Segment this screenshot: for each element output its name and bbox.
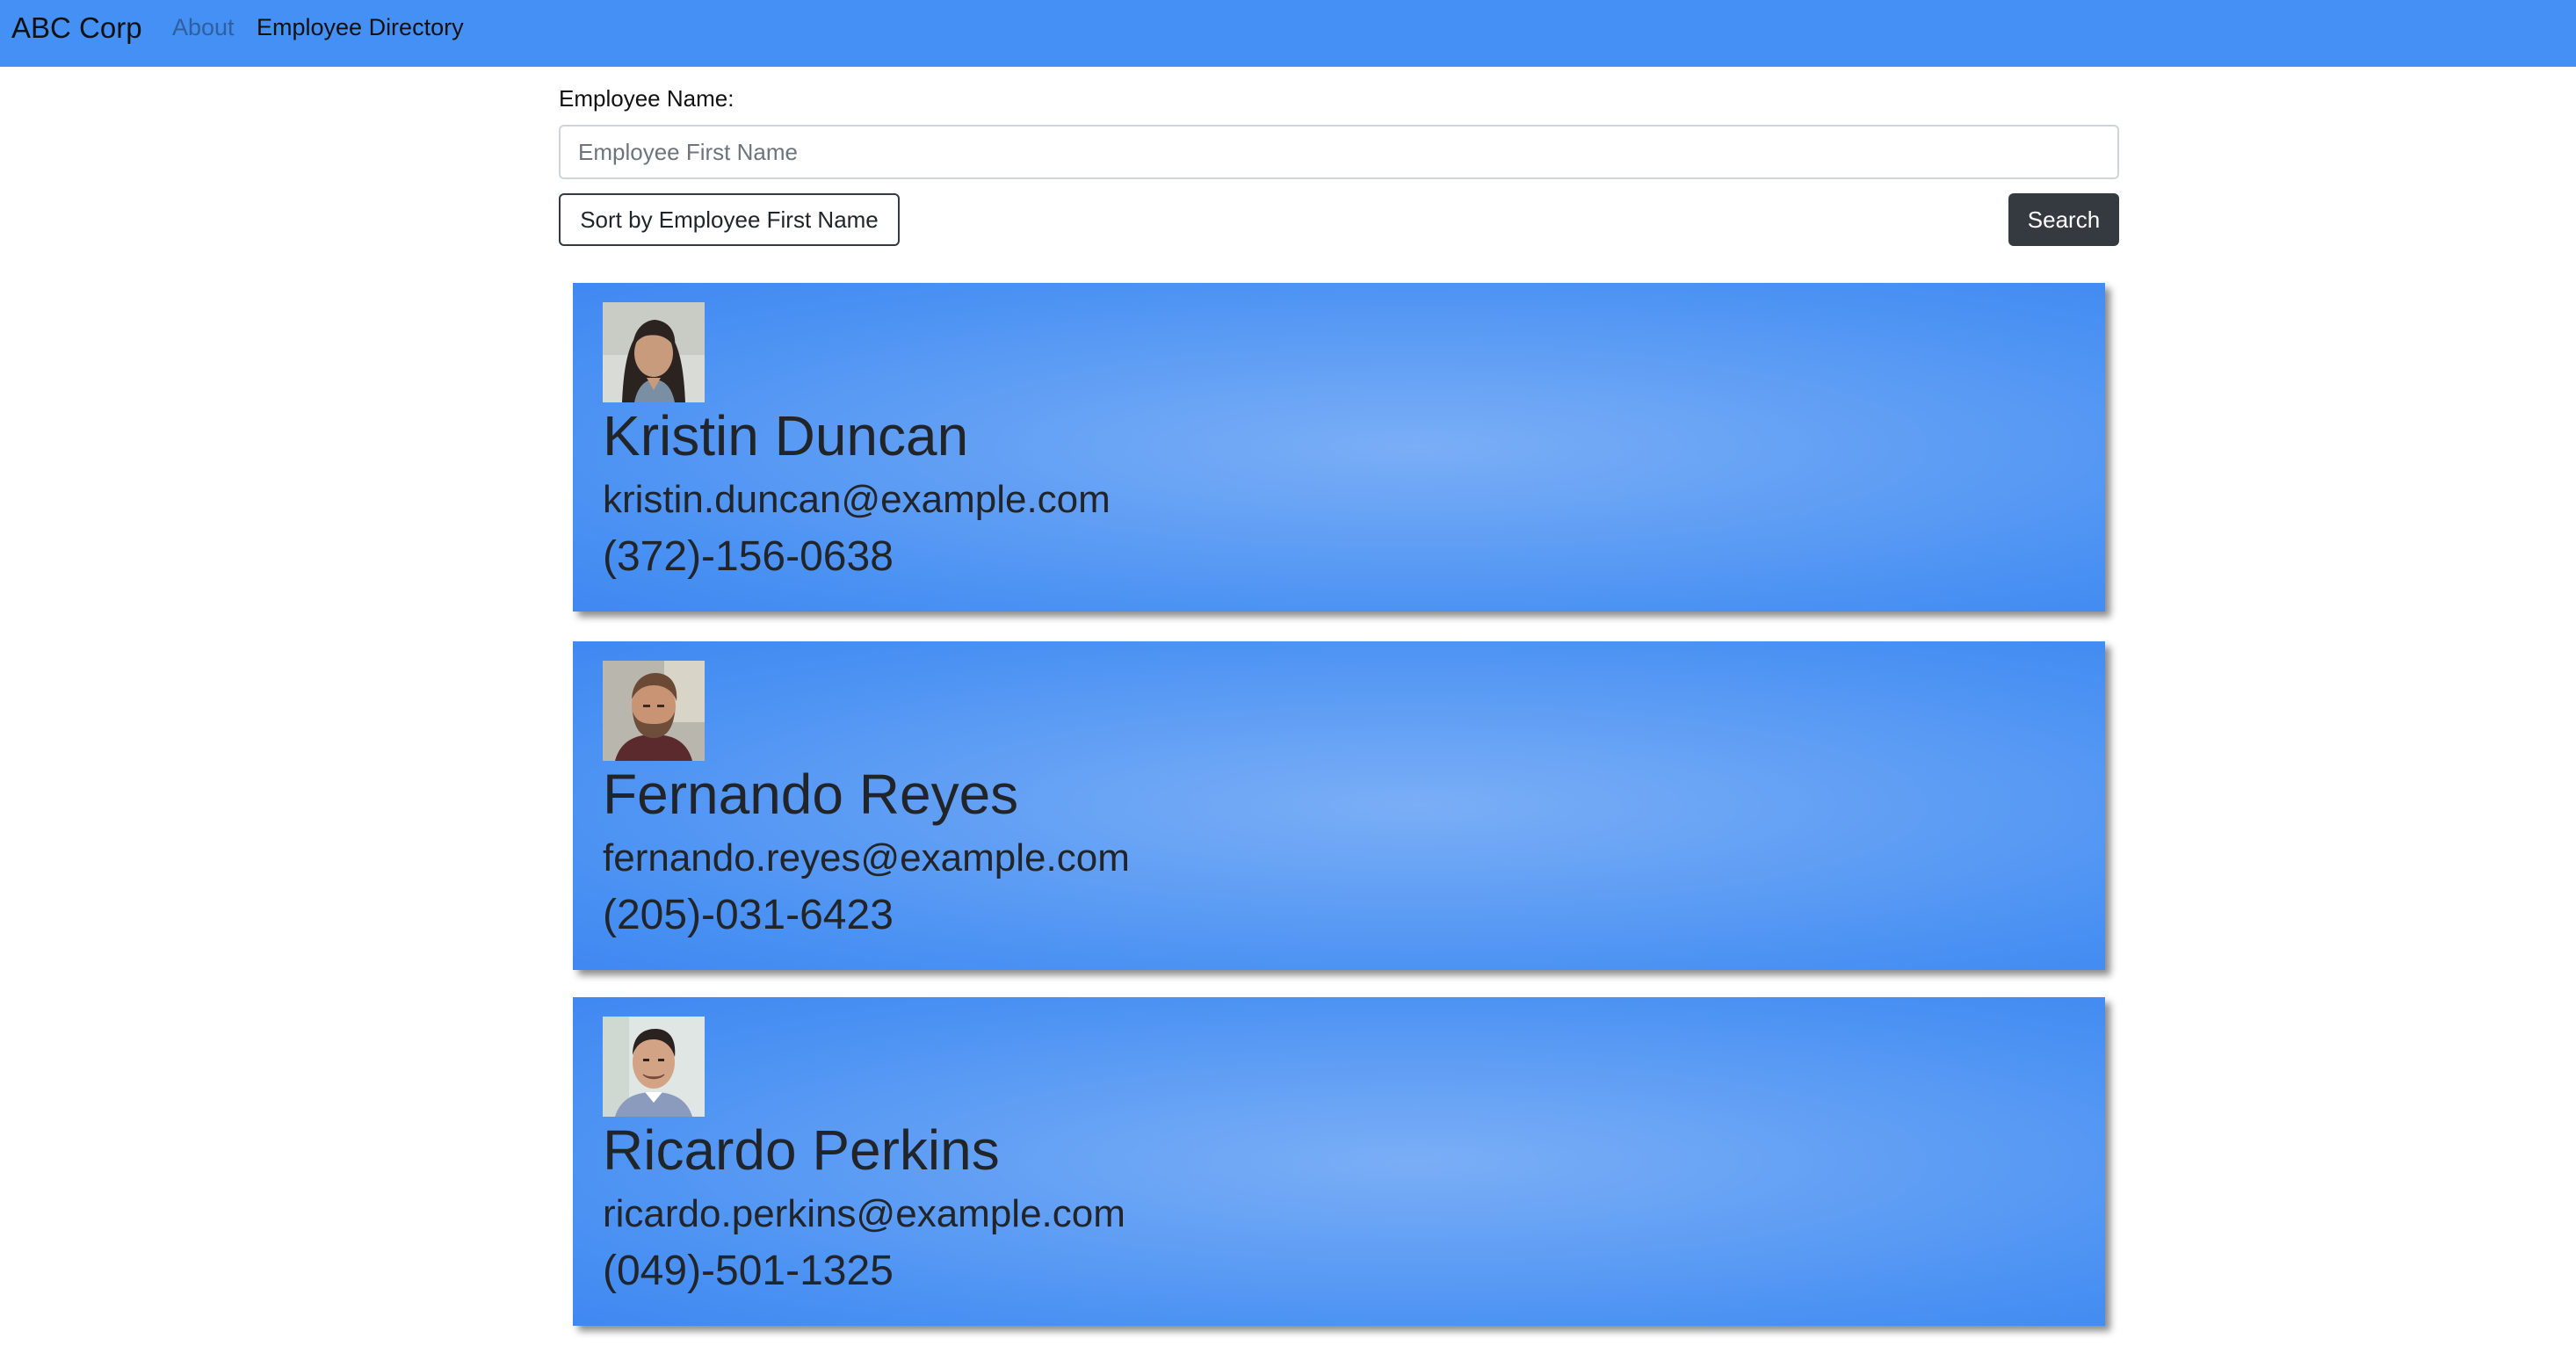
top-navbar: ABC Corp About Employee Directory [0,0,2576,67]
woman-portrait-avatar [603,302,705,402]
employee-phone: (049)-501-1325 [603,1248,894,1294]
employee-name: Fernando Reyes [603,763,1019,826]
nav-link-employee-directory[interactable]: Employee Directory [257,12,464,42]
employee-email: fernando.reyes@example.com [603,836,1130,879]
smiling-man-portrait-avatar [603,1017,705,1117]
employee-card[interactable]: Fernando Reyes fernando.reyes@example.co… [573,641,2105,970]
sort-by-first-name-button[interactable]: Sort by Employee First Name [559,193,900,246]
employee-phone: (205)-031-6423 [603,892,894,938]
search-button[interactable]: Search [2008,193,2119,246]
brand-link[interactable]: ABC Corp [11,11,142,46]
bearded-man-portrait-avatar [603,661,705,761]
employee-phone: (372)-156-0638 [603,533,894,580]
employee-name-input[interactable] [559,125,2119,179]
employee-email: kristin.duncan@example.com [603,478,1111,521]
employee-name-label: Employee Name: [559,85,734,112]
employee-name: Ricardo Perkins [603,1118,1000,1182]
nav-link-about[interactable]: About [172,12,235,42]
employee-name: Kristin Duncan [603,404,969,467]
employee-card[interactable]: Ricardo Perkins ricardo.perkins@example.… [573,997,2105,1326]
employee-email: ricardo.perkins@example.com [603,1192,1125,1235]
employee-card[interactable]: Kristin Duncan kristin.duncan@example.co… [573,283,2105,611]
